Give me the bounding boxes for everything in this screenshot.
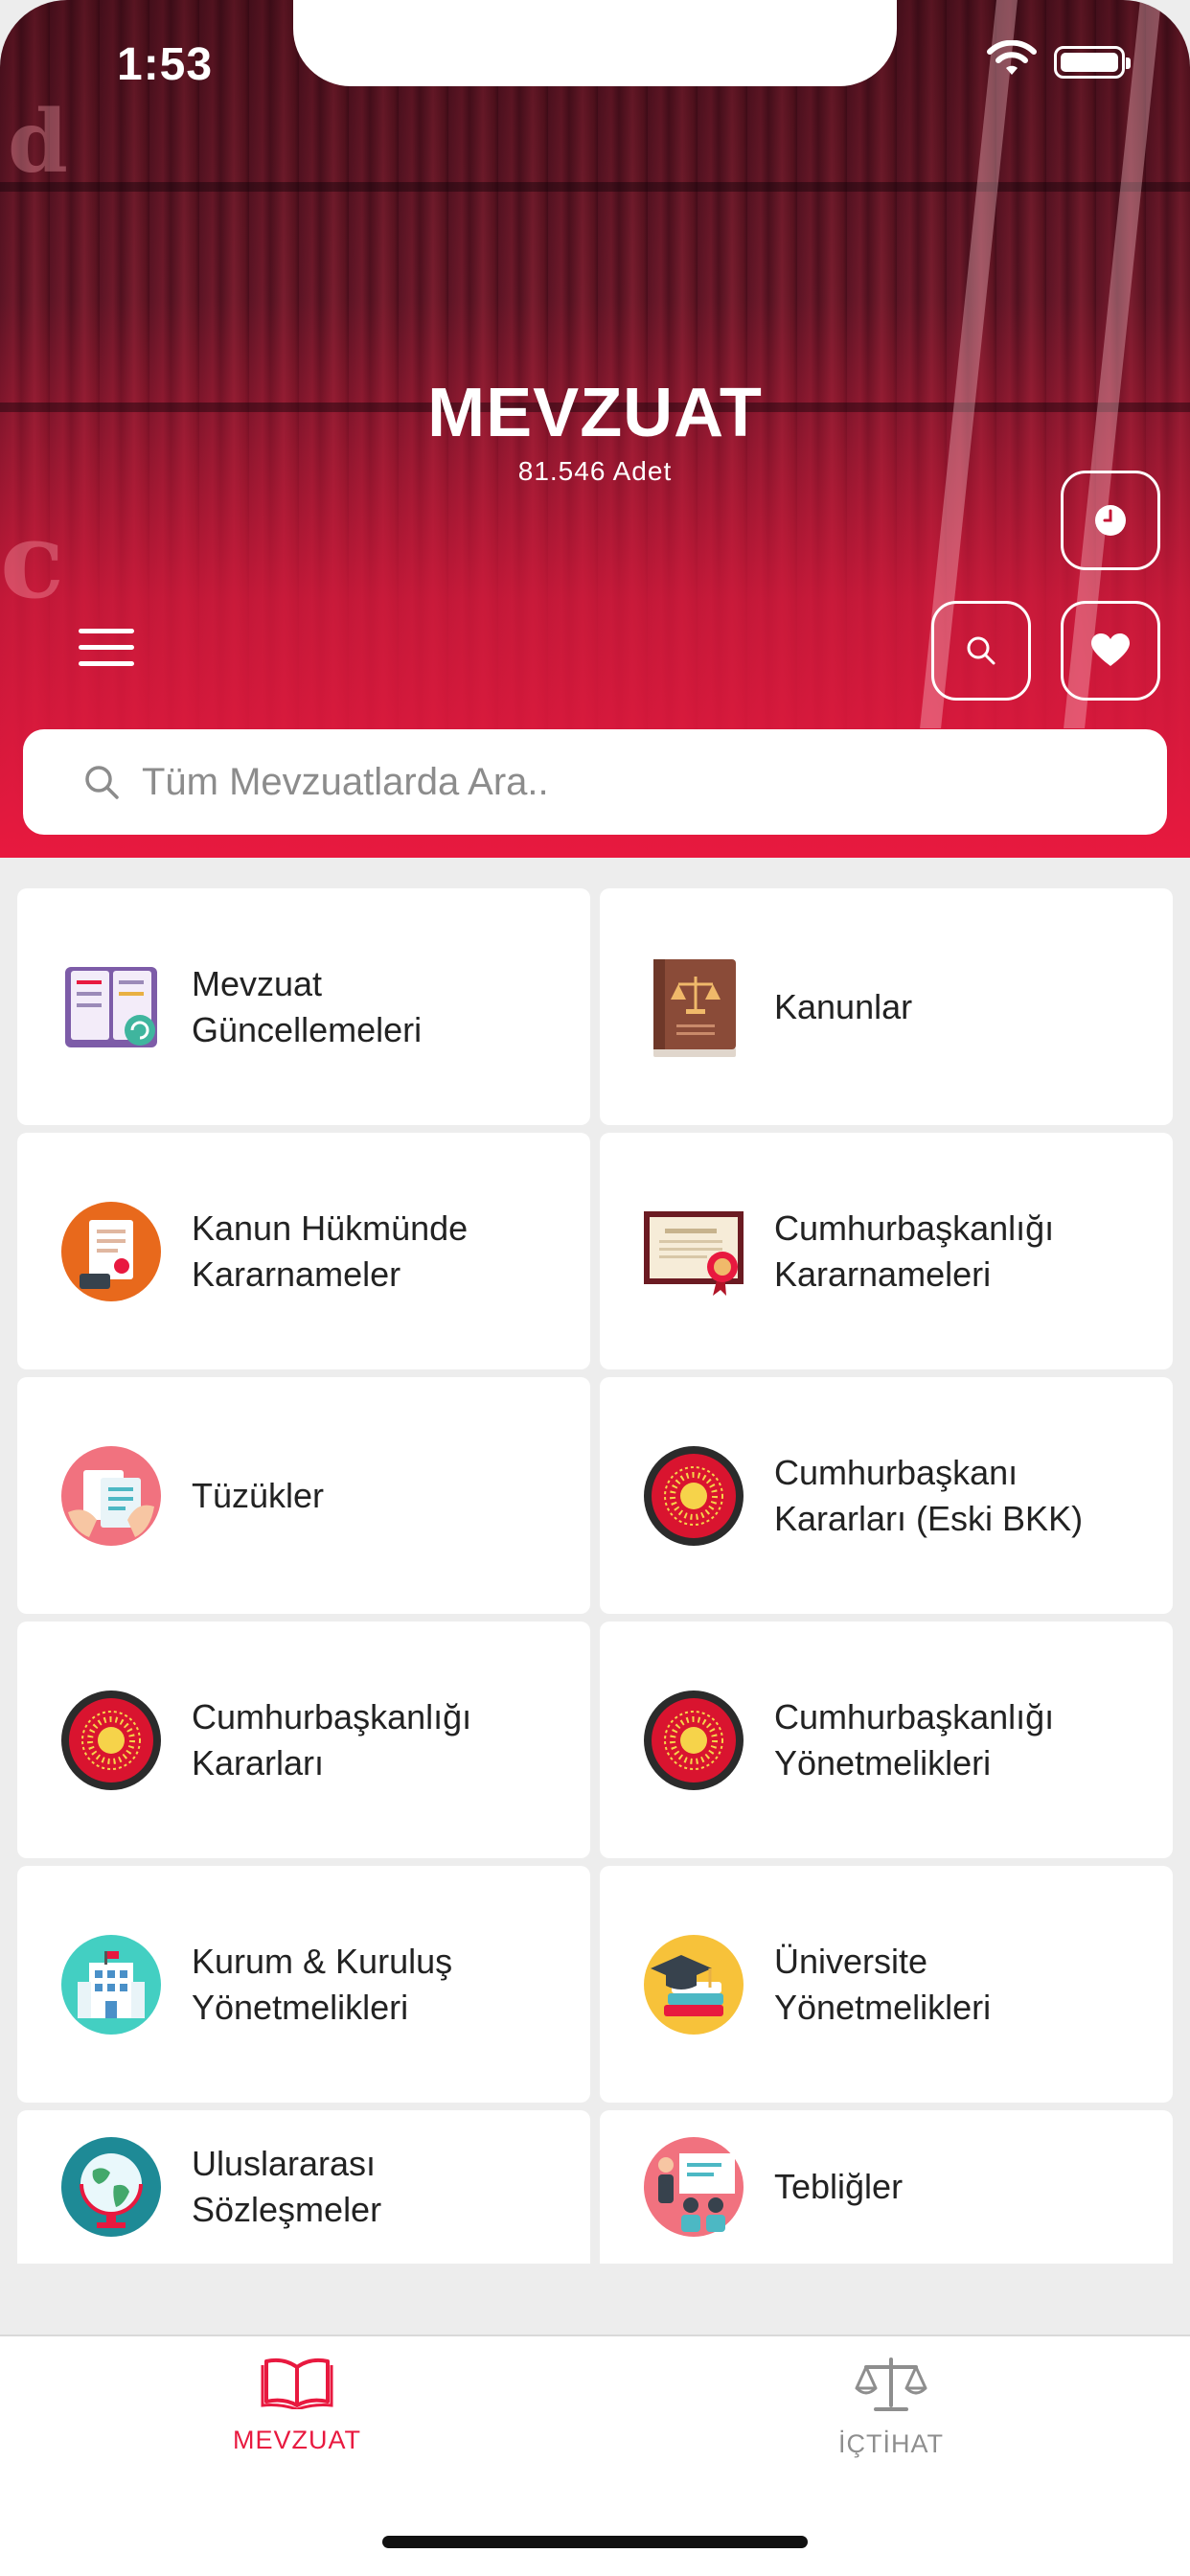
page-title: MEVZUAT: [427, 375, 763, 451]
category-label: Cumhurbaşkanlığı Kararnameleri: [774, 1208, 1055, 1294]
category-card-uluslararasi-sozlesmeler[interactable]: Uluslararası Sözleşmeler: [17, 2110, 590, 2264]
status-time: 1:53: [117, 39, 214, 90]
category-card-universite-yonetmelikleri[interactable]: Üniversite Yönetmelikleri: [600, 1866, 1173, 2103]
header: d c 1:53 MEVZUAT 81.546 Adet: [0, 0, 1190, 858]
globe-icon: [59, 2135, 163, 2239]
category-label: Cumhurbaşkanlığı Yönetmelikleri: [774, 1696, 1055, 1782]
category-label: Kanun Hükmünde Kararnameler: [192, 1208, 469, 1294]
home-indicator: [382, 2536, 808, 2548]
law-book-icon: [642, 955, 745, 1059]
document-count: 81.546 Adet: [517, 456, 673, 486]
book-spine-letter-decoration: d: [8, 91, 68, 193]
category-label: Üniversite Yönetmelikleri: [774, 1941, 992, 2027]
category-label: Kanunlar: [774, 986, 913, 1026]
presentation-icon: [642, 2135, 745, 2239]
history-button[interactable]: [1061, 471, 1160, 570]
tab-label: İÇTİHAT: [838, 2429, 944, 2458]
search-button[interactable]: [931, 601, 1031, 701]
device-notch: [293, 0, 897, 86]
scales-icon: [855, 2358, 927, 2411]
tab-ictihat[interactable]: İÇTİHAT: [747, 2356, 1035, 2459]
graduation-cap-icon: [642, 1933, 745, 2036]
tab-mevzuat[interactable]: MEVZUAT: [153, 2356, 441, 2455]
wifi-icon: [987, 40, 1037, 75]
book-spine-letter-decoration: c: [0, 498, 64, 622]
open-book-icon: [261, 2358, 333, 2411]
category-label: Uluslararası Sözleşmeler: [192, 2144, 382, 2229]
book-update-icon: [59, 955, 163, 1059]
hamburger-menu-icon[interactable]: [79, 629, 134, 667]
category-label: Tebliğler: [774, 2167, 904, 2206]
search-icon: [85, 766, 119, 799]
battery-icon: [1054, 46, 1131, 79]
category-card-khk[interactable]: Kanun Hükmünde Kararnameler: [17, 1133, 590, 1369]
category-label: Kurum & Kuruluş Yönetmelikleri: [192, 1941, 453, 2027]
search-input[interactable]: [142, 760, 1100, 804]
category-card-kanunlar[interactable]: Kanunlar: [600, 888, 1173, 1125]
tab-label: MEVZUAT: [233, 2426, 361, 2454]
presidential-seal-icon: [59, 1689, 163, 1792]
category-card-cb-kararlari-eski-bkk[interactable]: Cumhurbaşkanı Kararları (Eski BKK): [600, 1377, 1173, 1614]
category-card-mevzuat-guncellemeleri[interactable]: Mevzuat Güncellemeleri: [17, 888, 590, 1125]
search-bar[interactable]: [23, 729, 1167, 835]
category-label: Cumhurbaşkanlığı Kararları: [192, 1696, 472, 1782]
regulation-documents-icon: [59, 1444, 163, 1548]
category-card-cb-kararnameleri[interactable]: Cumhurbaşkanlığı Kararnameleri: [600, 1133, 1173, 1369]
category-label: Tüzükler: [192, 1475, 325, 1515]
institution-building-icon: [59, 1933, 163, 2036]
presidential-seal-icon: [642, 1689, 745, 1792]
presidential-seal-icon: [642, 1444, 745, 1548]
certificate-seal-icon: [642, 1200, 745, 1303]
heart-icon: [1091, 633, 1130, 666]
category-label: Mevzuat Güncellemeleri: [192, 963, 423, 1049]
decree-document-icon: [59, 1200, 163, 1303]
category-card-tuzukler[interactable]: Tüzükler: [17, 1377, 590, 1614]
favorites-button[interactable]: [1061, 601, 1160, 701]
search-icon: [967, 636, 995, 665]
category-card-cb-kararlari[interactable]: Cumhurbaşkanlığı Kararları: [17, 1622, 590, 1858]
category-card-cb-yonetmelikleri[interactable]: Cumhurbaşkanlığı Yönetmelikleri: [600, 1622, 1173, 1858]
category-card-kurum-kurulus-yonetmelikleri[interactable]: Kurum & Kuruluş Yönetmelikleri: [17, 1866, 590, 2103]
category-card-tebligler[interactable]: Tebliğler: [600, 2110, 1173, 2264]
category-label: Cumhurbaşkanı Kararları (Eski BKK): [774, 1452, 1084, 1538]
clock-icon: [1095, 505, 1126, 536]
shelf-decoration: [0, 182, 1190, 192]
